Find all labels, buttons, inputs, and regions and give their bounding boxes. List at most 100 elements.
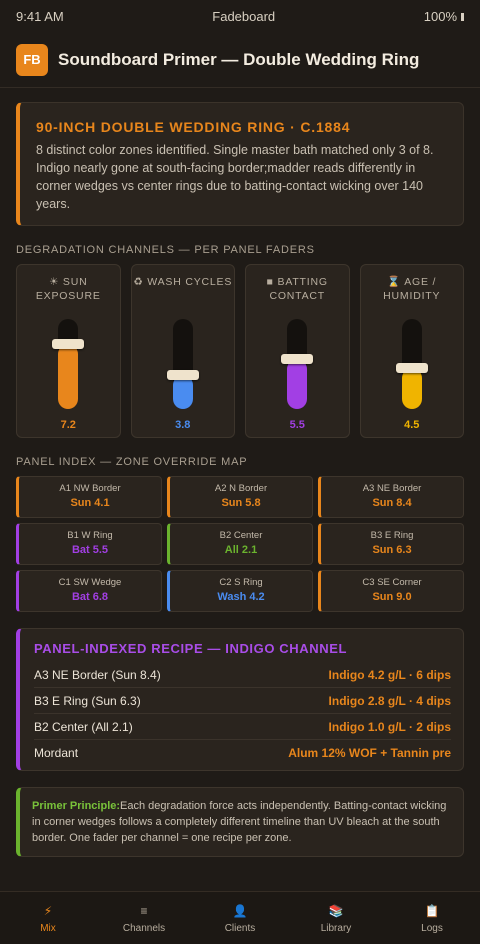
zone-name: A2 N Border [214,483,268,494]
zone-a3-ne-border[interactable]: A3 NE Border Sun 8.4 [318,476,464,518]
principle-heading: Primer Principle: [32,800,121,812]
zone-name: C1 SW Wedge [58,577,122,588]
recipe-zone: B3 E Ring (Sun 6.3) [34,693,141,708]
logs-icon: 📋 [424,903,440,918]
fader-handle[interactable] [395,363,428,373]
status-bar: 9:41 AM Fadeboard 100% [0,0,480,32]
fader-wash-cycles: ♻ WASH CYCLES 3.8 [130,264,235,438]
fader-value: 5.5 [289,419,305,431]
channel-icon: ⌛ [387,276,402,288]
recipe-title: PANEL-INDEXED RECIPE — INDIGO CHANNEL [34,641,348,656]
fader-label: ■ BATTING CONTACT [246,275,349,309]
tab-logs[interactable]: 📋 Logs [384,903,480,934]
zone-value: Wash 4.2 [217,591,265,603]
fader-group: ☀ SUN EXPOSURE 7.2 ♻ WASH CYCLES 3.8 ■ BATTI… [16,264,464,438]
channel-label-text: BATTING CONTACT [269,276,328,302]
main-content: 90-INCH DOUBLE WEDDING RING · C.1884 8 d… [16,102,464,857]
recipe-dose: Indigo 4.2 g/L · 6 dips [328,667,451,682]
recipe-zone: B2 Center (All 2.1) [34,719,133,734]
zone-value: Bat 6.8 [71,591,109,603]
fader-fill [401,368,422,409]
zone-name: B3 E Ring [370,530,414,541]
fader-label: ☀ SUN EXPOSURE [17,275,120,309]
zone-value: Sun 8.4 [372,497,412,509]
channels-section-label: DEGRADATION CHANNELS — PER PANEL FADERS [16,244,315,256]
zone-c1-sw-wedge[interactable]: C1 SW Wedge Bat 6.8 [16,570,162,612]
recipe-dose: Alum 12% WOF + Tannin pre [288,746,451,760]
page-title: Soundboard Primer — Double Wedding Ring [58,49,420,69]
fader-batting-contact: ■ BATTING CONTACT 5.5 [245,264,350,438]
zone-name: B2 Center [219,530,263,541]
app-logo: FB [16,43,48,76]
tab-label: Logs [421,922,443,934]
zone-value: Sun 9.0 [372,591,412,603]
fader-handle[interactable] [281,354,314,364]
fader-track[interactable] [166,319,199,409]
status-carrier: Fadeboard [212,8,276,24]
zone-name: A3 NE Border [362,483,422,494]
tab-label: Library [320,922,352,934]
tab-channels[interactable]: ≡ Channels [96,903,192,934]
status-battery: 100% [424,9,464,24]
zone-a2-n-border[interactable]: A2 N Border Sun 5.8 [167,476,313,518]
fader-value: 4.5 [404,419,420,431]
fader-handle[interactable] [166,370,199,380]
fader-track[interactable] [281,319,314,409]
fader-handle[interactable] [52,339,85,349]
clients-icon: 👤 [232,903,248,918]
zone-name: C3 SE Corner [362,577,422,588]
tab-mix[interactable]: ⚡ Mix [0,903,96,934]
recipe-card: PANEL-INDEXED RECIPE — INDIGO CHANNEL A3… [16,628,464,771]
recipe-row: B2 Center (All 2.1) Indigo 1.0 g/L · 2 di… [34,714,451,740]
fader-label: ♻ WASH CYCLES [133,275,232,309]
recipe-zone: A3 NE Border (Sun 8.4) [34,667,161,682]
fader-fill [287,359,308,409]
tab-label: Channels [122,922,166,934]
zone-value: Bat 5.5 [71,544,109,556]
zone-value: Sun 5.8 [221,497,261,509]
zone-grid: A1 NW Border Sun 4.1 A2 N Border Sun 5.8 A3 … [16,476,464,612]
library-icon: 📚 [328,903,344,918]
zone-a1-nw-border[interactable]: A1 NW Border Sun 4.1 [16,476,162,518]
status-time: 9:41 AM [16,8,64,24]
fader-track[interactable] [395,319,428,409]
recipe-row: A3 NE Border (Sun 8.4) Indigo 4.2 g/L · 6… [34,662,451,688]
zone-b2-center[interactable]: B2 Center All 2.1 [167,523,313,565]
fader-fill [58,344,79,409]
recipe-row: B3 E Ring (Sun 6.3) Indigo 2.8 g/L · 4 di… [34,688,451,714]
zone-b1-w-ring[interactable]: B1 W Ring Bat 5.5 [16,523,162,565]
fader-age-humidity: ⌛ AGE / HUMIDITY 4.5 [359,264,464,438]
app-header: FB Soundboard Primer — Double Wedding Ri… [0,32,480,88]
recipe-dose: Indigo 1.0 g/L · 2 dips [328,719,451,734]
zone-value: Sun 6.3 [372,544,412,556]
zone-c3-se-corner[interactable]: C3 SE Corner Sun 9.0 [318,570,464,612]
fader-value: 3.8 [175,419,191,431]
zone-value: Sun 4.1 [70,497,110,509]
channel-icon: ☀ [48,276,60,288]
zone-c2-s-ring[interactable]: C2 S Ring Wash 4.2 [167,570,313,612]
fader-track[interactable] [52,319,85,409]
tab-bar: ⚡ Mix ≡ Channels 👤 Clients 📚 Library 📋 Logs [0,891,480,944]
fader-label: ⌛ AGE / HUMIDITY [361,275,464,309]
channel-label-text: WASH CYCLES [147,276,233,288]
zones-section-label: PANEL INDEX — ZONE OVERRIDE MAP [16,456,248,468]
zone-name: B1 W Ring [67,530,113,541]
recipe-rows: A3 NE Border (Sun 8.4) Indigo 4.2 g/L · 6… [34,662,451,766]
tab-library[interactable]: 📚 Library [288,903,384,934]
principle-card: Primer Principle:Each degradation force … [16,787,464,857]
zone-value: All 2.1 [224,544,258,556]
tab-clients[interactable]: 👤 Clients [192,903,288,934]
tab-label: Mix [40,922,56,934]
intro-body: 8 distinct color zones identified. Singl… [36,143,434,211]
intro-card: 90-INCH DOUBLE WEDDING RING · C.1884 8 d… [16,102,464,226]
zone-name: C2 S Ring [219,577,263,588]
channel-icon: ■ [266,276,274,288]
battery-icon [461,13,464,22]
intro-title: 90-INCH DOUBLE WEDDING RING · C.1884 [36,119,351,135]
tab-label: Clients [224,922,256,934]
channels-icon: ≡ [140,903,148,918]
zone-name: A1 NW Border [59,483,121,494]
zone-b3-e-ring[interactable]: B3 E Ring Sun 6.3 [318,523,464,565]
channel-icon: ♻ [133,276,144,288]
recipe-zone: Mordant [34,746,79,760]
